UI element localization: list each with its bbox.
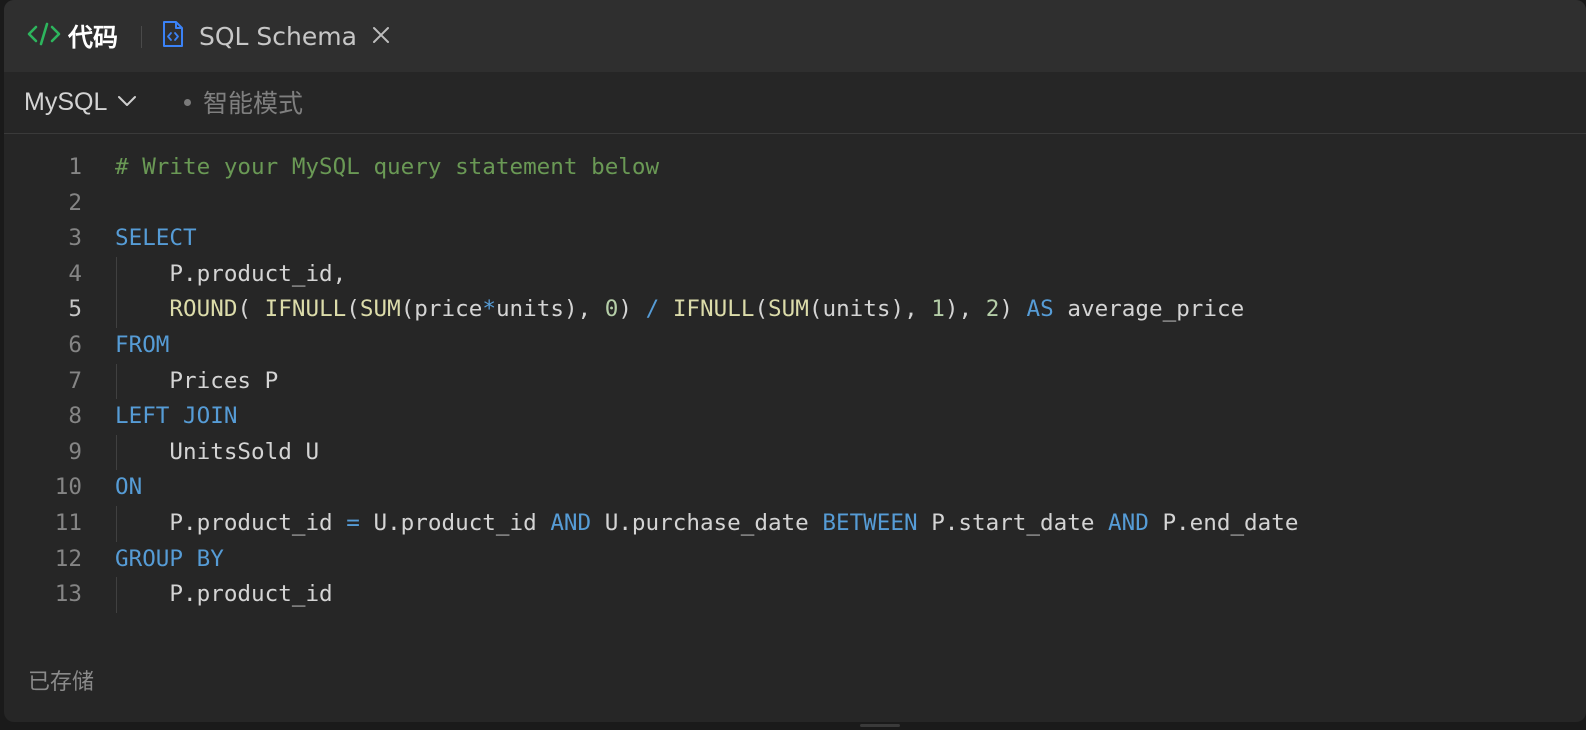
code-line[interactable]: 8 LEFT JOIN <box>4 399 1586 435</box>
smart-mode-label: 智能模式 <box>203 89 304 118</box>
code-token: U.purchase_date <box>591 510 823 536</box>
code-line[interactable]: 9 UnitsSold U <box>4 434 1586 471</box>
code-token: ( <box>346 296 360 323</box>
code-token: 0 <box>604 296 619 323</box>
line-number: 4 <box>68 260 82 287</box>
line-number: 12 <box>54 545 82 572</box>
code-text: FROM <box>115 328 169 364</box>
code-editor[interactable]: 1 # Write your MySQL query statement belo… <box>4 134 1586 634</box>
code-token: Prices P <box>169 367 279 394</box>
code-token: ) <box>999 296 1027 323</box>
tab-code[interactable]: 代码 <box>26 18 118 54</box>
code-token: 2 <box>985 296 1000 323</box>
code-line[interactable]: 1 # Write your MySQL query statement belo… <box>4 150 1586 186</box>
code-line[interactable]: 13 P.product_id <box>4 577 1586 613</box>
code-token: SUM <box>768 296 809 323</box>
code-token: 1 <box>931 296 945 323</box>
line-number: 6 <box>68 332 82 358</box>
language-select-label: MySQL <box>24 87 108 116</box>
code-line[interactable]: 11 P.product_id = U.product_id AND U.pur… <box>4 506 1586 542</box>
line-number: 11 <box>54 510 82 536</box>
code-token: (units), <box>808 296 932 323</box>
code-token: FROM <box>115 332 170 358</box>
code-token: ), <box>944 296 986 323</box>
tab-sql-schema[interactable]: SQL Schema <box>161 18 391 54</box>
code-token: GROUP BY <box>115 545 224 572</box>
code-line[interactable]: 4 P.product_id, <box>4 256 1586 293</box>
code-token: average_price <box>1053 296 1245 323</box>
line-number: 13 <box>54 581 82 608</box>
code-text: SELECT <box>115 221 197 257</box>
code-token: P.start_date <box>917 510 1109 536</box>
code-token: / <box>645 296 660 323</box>
code-token: (price <box>400 296 483 323</box>
close-icon[interactable] <box>371 22 391 50</box>
code-token: P.product_id <box>169 581 333 608</box>
code-line[interactable]: 12 GROUP BY <box>4 542 1586 578</box>
code-text: P.product_id = U.product_id AND U.purcha… <box>115 506 1298 542</box>
smart-mode-toggle[interactable]: 智能模式 <box>184 84 303 120</box>
tab-code-label: 代码 <box>68 23 119 52</box>
line-number: 9 <box>68 438 82 465</box>
code-token: IFNULL <box>672 296 755 323</box>
code-brackets-icon <box>26 19 62 53</box>
code-token: LEFT JOIN <box>115 403 238 430</box>
code-token: ROUND <box>169 296 238 323</box>
code-token: BETWEEN <box>822 510 918 536</box>
code-token: units), <box>495 296 605 323</box>
code-text: LEFT JOIN <box>115 399 237 435</box>
code-token: ( <box>754 296 769 323</box>
code-text: ROUND( IFNULL(SUM(price*units), 0) / IFN… <box>115 292 1244 328</box>
chevron-down-icon <box>117 93 137 112</box>
smart-mode-dot-icon <box>184 98 191 106</box>
line-number: 5 <box>68 296 82 323</box>
line-number: 2 <box>68 189 82 216</box>
editor-toolbar: MySQL 智能模式 <box>4 72 1586 134</box>
code-text: GROUP BY <box>115 542 224 578</box>
code-text: # Write your MySQL query statement below <box>115 150 659 186</box>
code-token: ON <box>115 474 143 501</box>
code-token: P.end_date <box>1148 510 1299 536</box>
code-token: = <box>346 510 360 536</box>
code-token: # Write your MySQL query statement below <box>115 154 660 180</box>
code-text: P.product_id, <box>115 257 346 293</box>
code-token: SELECT <box>115 225 197 252</box>
code-token: P.product_id, <box>169 260 347 287</box>
code-token: AND <box>550 510 592 536</box>
code-line[interactable]: 2 <box>4 186 1586 222</box>
code-token: ( <box>237 296 265 323</box>
code-line[interactable]: 5 ROUND( IFNULL(SUM(price*units), 0) / I… <box>4 292 1586 328</box>
line-number: 8 <box>68 403 82 430</box>
code-text: ON <box>115 470 142 506</box>
code-token: U.product_id <box>359 510 551 536</box>
line-number: 7 <box>68 367 82 394</box>
code-line[interactable]: 6 FROM <box>4 328 1586 364</box>
code-line[interactable]: 3 SELECT <box>4 221 1586 257</box>
code-token: UnitsSold U <box>169 438 320 465</box>
code-editor-panel: 代码 SQL Schema MySQL 智能模式 1 # Write your … <box>4 0 1586 722</box>
resize-handle[interactable] <box>860 724 900 727</box>
line-number: 3 <box>68 225 82 252</box>
code-token: IFNULL <box>264 296 347 323</box>
code-text: P.product_id <box>115 577 333 613</box>
code-text: Prices P <box>115 364 278 400</box>
code-text: UnitsSold U <box>115 435 319 471</box>
code-token: ) <box>618 296 646 323</box>
language-select[interactable]: MySQL <box>24 84 137 120</box>
code-token: AND <box>1108 510 1149 536</box>
code-token: SUM <box>359 296 401 323</box>
code-token: AS <box>1026 296 1054 323</box>
code-token: P.product_id <box>169 510 347 536</box>
code-line[interactable]: 7 Prices P <box>4 363 1586 400</box>
tab-divider <box>141 26 142 48</box>
code-token: * <box>482 296 496 323</box>
tab-sql-schema-label: SQL Schema <box>199 21 357 51</box>
save-status: 已存储 <box>28 670 95 695</box>
tab-bar: 代码 SQL Schema <box>4 0 1586 72</box>
file-code-icon <box>161 20 185 52</box>
line-number: 1 <box>68 154 82 180</box>
line-number: 10 <box>54 474 82 501</box>
code-line[interactable]: 10 ON <box>4 470 1586 506</box>
